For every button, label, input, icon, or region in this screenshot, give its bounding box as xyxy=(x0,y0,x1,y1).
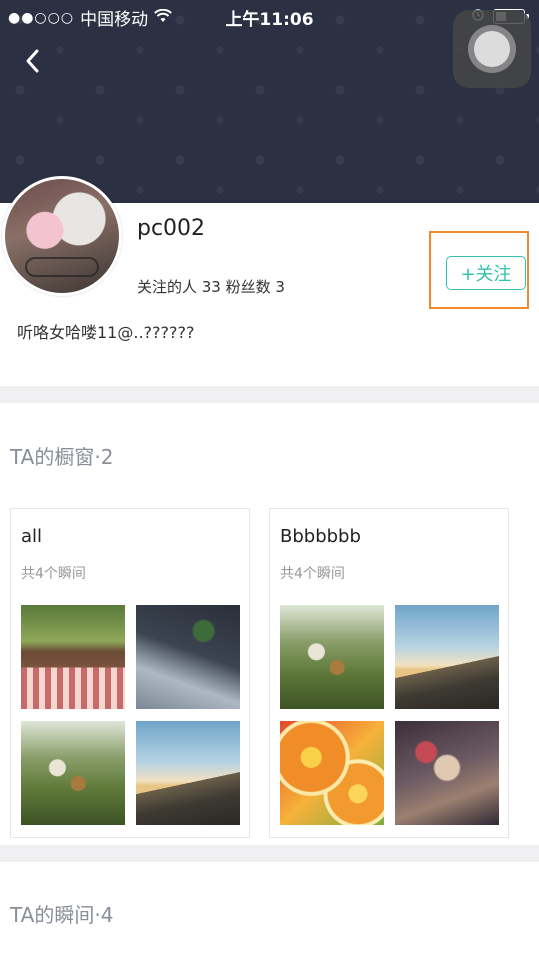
album-name: all xyxy=(21,526,43,547)
showcase-title: TA的橱窗·2 xyxy=(10,445,114,469)
section-divider xyxy=(0,845,539,862)
username: pc002 xyxy=(137,216,206,241)
bio-text: 听咯女哈喽11@..?????? xyxy=(17,323,195,342)
album-thumbnail xyxy=(280,721,384,825)
avatar-glasses xyxy=(25,257,99,277)
section-divider xyxy=(0,386,539,403)
moments-title: TA的瞬间·4 xyxy=(10,903,114,927)
album-thumbnail xyxy=(21,605,125,709)
album-thumbnail xyxy=(136,721,240,825)
album-count: 共4个瞬间 xyxy=(21,566,86,582)
back-button[interactable] xyxy=(18,46,48,76)
album-thumbnail xyxy=(280,605,384,709)
album-name: Bbbbbbb xyxy=(280,526,361,547)
follow-stats[interactable]: 关注的人 33 粉丝数 3 xyxy=(137,276,285,297)
album-card-all[interactable]: all 共4个瞬间 xyxy=(10,508,250,838)
album-thumbnail xyxy=(21,721,125,825)
assistive-touch-button[interactable] xyxy=(453,10,531,88)
album-thumbnail xyxy=(395,605,499,709)
album-thumbnail xyxy=(136,605,240,709)
album-count: 共4个瞬间 xyxy=(280,566,345,582)
album-card-bbbbbbb[interactable]: Bbbbbbb 共4个瞬间 xyxy=(269,508,509,838)
chevron-left-icon xyxy=(26,49,39,73)
avatar[interactable] xyxy=(2,176,122,296)
follow-button[interactable]: +关注 xyxy=(446,256,526,290)
album-thumbnail xyxy=(395,721,499,825)
